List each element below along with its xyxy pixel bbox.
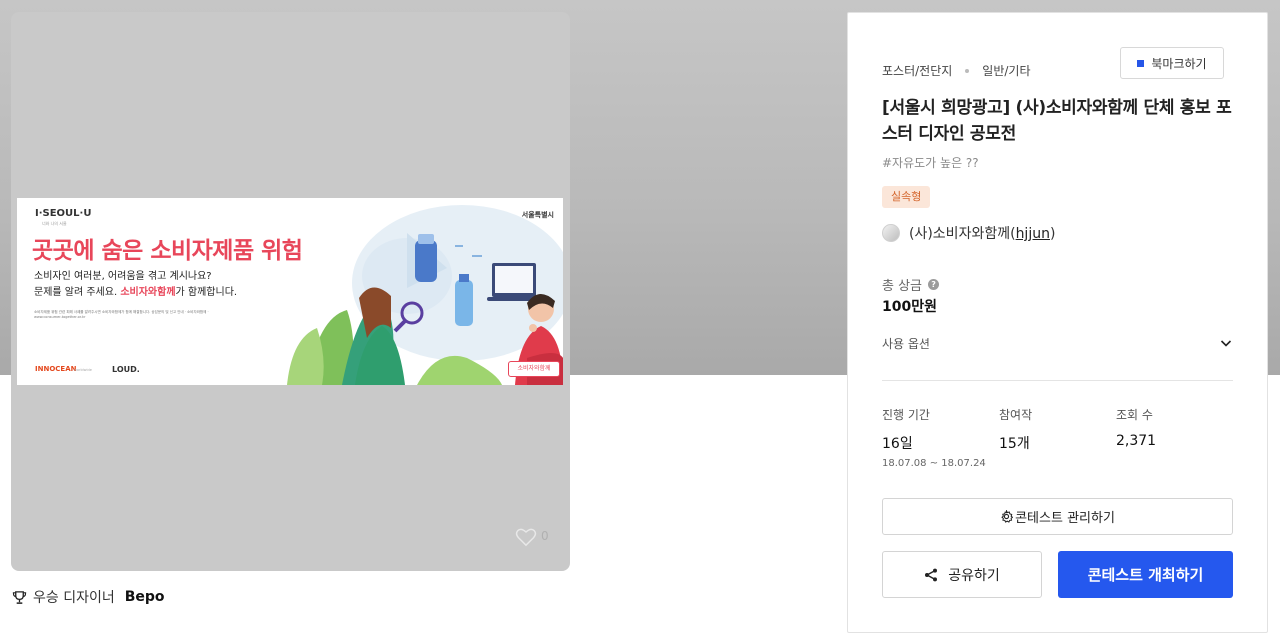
stat-entries: 참여작 15개 — [999, 406, 1032, 453]
contest-title: [서울시 희망광고] (사)소비자와함께 단체 홍보 포스터 디자인 공모전 — [882, 98, 1232, 144]
poster-seoul-logo: I·SEOUL·U — [35, 208, 92, 219]
subcategory-label[interactable]: 일반/기타 — [982, 62, 1030, 79]
stat-views: 조회 수 2,371 — [1116, 406, 1156, 449]
like-count: 0 — [541, 529, 549, 543]
category-separator — [965, 68, 970, 73]
category-breadcrumb: 포스터/전단지 일반/기타 — [882, 62, 1031, 79]
section-divider — [882, 380, 1233, 381]
trophy-icon — [12, 590, 27, 604]
poster-innocean-logo: INNOCEAN — [35, 365, 77, 373]
manage-contest-label: 콘테스트 관리하기 — [1015, 511, 1115, 526]
stat-views-value: 2,371 — [1116, 433, 1157, 449]
share-button[interactable]: 공유하기 — [882, 551, 1042, 598]
stat-period-range: 18.07.08 ~ 18.07.24 — [882, 458, 986, 469]
share-icon — [925, 568, 938, 581]
poster-line-2-org: 소비자와함께 — [120, 287, 176, 298]
plan-badge: 실속형 — [882, 186, 931, 208]
category-label[interactable]: 포스터/전단지 — [882, 62, 952, 79]
stat-period: 진행 기간 16일 18.07.08 ~ 18.07.24 — [882, 406, 986, 469]
host-name-text: (사)소비자와함께 — [909, 226, 1011, 242]
stat-period-value: 16일 — [882, 436, 913, 452]
stat-entries-label: 참여작 — [999, 408, 1033, 422]
bookmark-icon — [1137, 59, 1145, 67]
bookmark-label: 북마크하기 — [1151, 56, 1207, 71]
manage-contest-button[interactable]: 콘테스트 관리하기 — [882, 498, 1233, 535]
host-avatar — [882, 224, 900, 242]
poster-innocean-sub: worldwide — [74, 368, 92, 372]
poster-fine-print: 소비자제품 위험 관련 피해 사례를 알려주시면 소비자와함께가 함께 해결합니… — [34, 310, 209, 319]
host-id[interactable]: hjjun — [1016, 226, 1050, 242]
winner-row: 우승 디자이너 Bepo — [12, 588, 165, 606]
prize-label-text: 총 상금 — [882, 279, 923, 294]
host-contest-label: 콘테스트 개최하기 — [1087, 566, 1204, 584]
prize-value: 100만원 — [882, 299, 937, 315]
stat-entries-value: 15개 — [999, 436, 1030, 452]
poster-organization-stamp: 소비자와함께 — [508, 361, 560, 377]
stat-period-label: 진행 기간 — [882, 408, 930, 422]
poster-line-2-pre: 문제를 알려 주세요. — [34, 287, 118, 298]
poster-loud-logo: LOUD. — [112, 365, 140, 374]
winner-name[interactable]: Bepo — [125, 589, 165, 605]
poster-headline: 곳곳에 숨은 소비자제품 위험 — [32, 238, 303, 264]
stat-views-label: 조회 수 — [1116, 408, 1153, 422]
share-label: 공유하기 — [948, 567, 1000, 584]
chevron-down-icon — [1220, 340, 1232, 347]
usage-options-label: 사용 옵션 — [882, 336, 930, 351]
bookmark-button[interactable]: 북마크하기 — [1120, 47, 1224, 79]
help-icon[interactable]: ? — [928, 279, 940, 290]
winner-label: 우승 디자이너 — [33, 590, 115, 606]
poster-line-2-post: 가 함께합니다. — [175, 287, 238, 298]
poster-line-2: 문제를 알려 주세요. 소비자와함께가 함께합니다. — [34, 283, 237, 298]
prize-label: 총 상금 ? — [882, 275, 940, 294]
gear-icon — [1001, 510, 1014, 523]
host-row[interactable]: (사)소비자와함께(hjjun) — [882, 223, 1055, 243]
heart-icon[interactable] — [515, 527, 537, 547]
contest-hashtag: #자유도가 높은 ?? — [882, 156, 979, 170]
poster-seoul-logo-sub: 너와 나의 서울 — [42, 221, 67, 226]
host-contest-button[interactable]: 콘테스트 개최하기 — [1058, 551, 1233, 598]
poster-line-1: 소비자인 여러분, 어려움을 겪고 계시나요? — [34, 271, 212, 282]
contest-poster-image: I·SEOUL·U 너와 나의 서울 서울특별시 곳곳에 숨은 소비자제품 위험… — [17, 198, 563, 385]
poster-illustration — [287, 205, 563, 385]
contest-info-panel: 포스터/전단지 일반/기타 북마크하기 [서울시 희망광고] (사)소비자와함께… — [847, 12, 1268, 633]
host-name: (사)소비자와함께(hjjun) — [909, 226, 1056, 242]
contest-media-card[interactable]: I·SEOUL·U 너와 나의 서울 서울특별시 곳곳에 숨은 소비자제품 위험… — [11, 12, 570, 571]
usage-options-toggle[interactable]: 사용 옵션 — [882, 331, 1233, 355]
